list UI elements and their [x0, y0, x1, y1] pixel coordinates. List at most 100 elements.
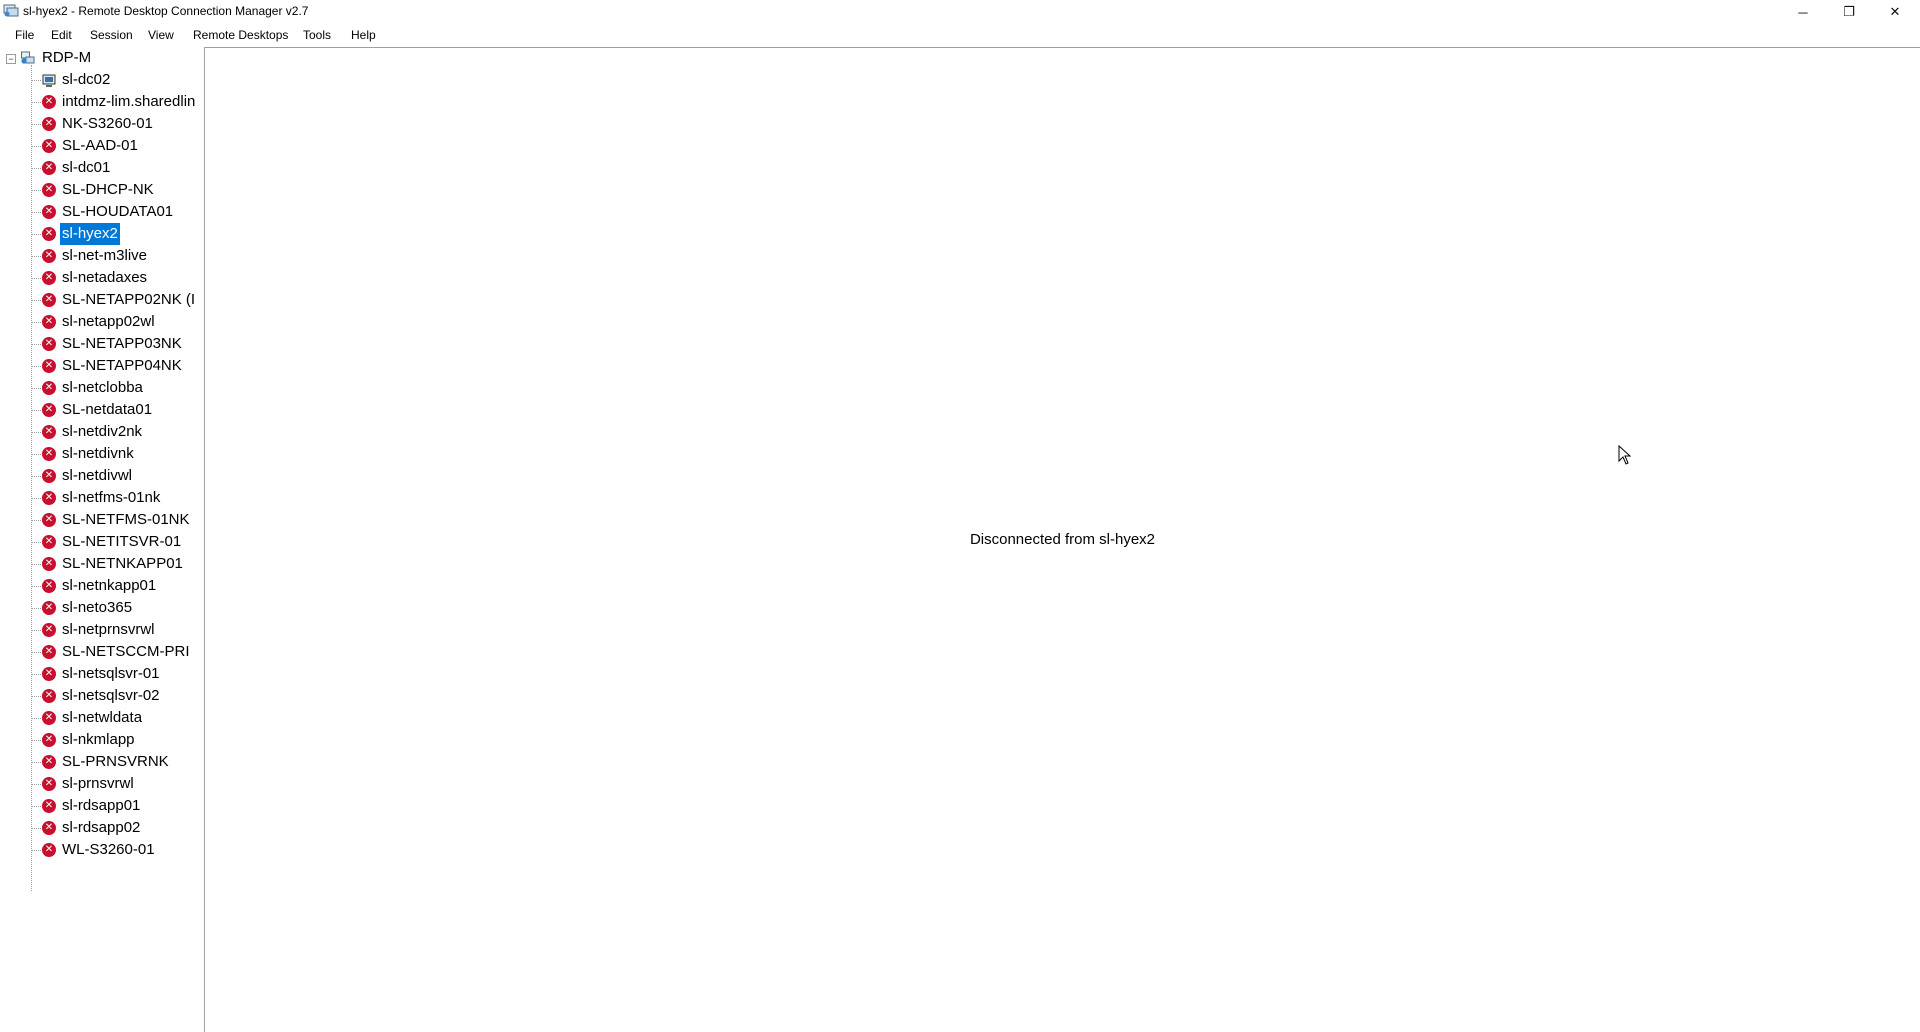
- tree-connector: [31, 608, 41, 609]
- menu-help[interactable]: Help: [347, 26, 380, 44]
- menu-file[interactable]: File: [11, 26, 38, 44]
- tree-connector: [31, 344, 41, 345]
- tree-server-row[interactable]: ✕ sl-netsqlsvr-01: [0, 663, 202, 685]
- tree-connector: [31, 410, 41, 411]
- tree-server-label[interactable]: sl-netprnsvrwl: [60, 619, 157, 641]
- tree-connector: [31, 850, 41, 851]
- tree-server-label[interactable]: sl-netadaxes: [60, 267, 149, 289]
- tree-connector: [31, 630, 41, 631]
- tree-server-row[interactable]: ✕ SL-NETSCCM-PRI: [0, 641, 202, 663]
- close-button[interactable]: ✕: [1872, 0, 1918, 24]
- tree-server-label[interactable]: sl-dc01: [60, 157, 112, 179]
- maximize-button[interactable]: ❐: [1826, 0, 1872, 24]
- tree-server-label[interactable]: WL-S3260-01: [60, 839, 157, 861]
- tree-server-label[interactable]: SL-netdata01: [60, 399, 154, 421]
- tree-server-label[interactable]: sl-netsqlsvr-01: [60, 663, 162, 685]
- tree-server-row[interactable]: ✕ sl-prnsvrwl: [0, 773, 202, 795]
- tree-server-row[interactable]: ✕ sl-dc01: [0, 157, 202, 179]
- tree-server-label[interactable]: SL-PRNSVRNK: [60, 751, 171, 773]
- tree-server-row[interactable]: ✕ sl-rdsapp02: [0, 817, 202, 839]
- tree-server-label[interactable]: sl-rdsapp02: [60, 817, 142, 839]
- tree-server-label[interactable]: SL-NETAPP02NK (I: [60, 289, 197, 311]
- tree-server-label[interactable]: SL-AAD-01: [60, 135, 140, 157]
- error-icon: ✕: [42, 843, 56, 857]
- tree-server-row[interactable]: ✕ sl-netclobba: [0, 377, 202, 399]
- error-icon: ✕: [42, 227, 56, 241]
- error-icon: ✕: [42, 777, 56, 791]
- tree-connector: [31, 498, 41, 499]
- tree-server-row[interactable]: ✕ sl-net-m3live: [0, 245, 202, 267]
- tree-server-row[interactable]: ✕ SL-netdata01: [0, 399, 202, 421]
- tree-server-row[interactable]: ✕ SL-NETITSVR-01: [0, 531, 202, 553]
- error-icon: ✕: [42, 733, 56, 747]
- tree-server-label[interactable]: sl-hyex2: [60, 223, 120, 245]
- tree-server-row[interactable]: ✕ SL-NETAPP03NK: [0, 333, 202, 355]
- tree-server-row[interactable]: ✕ sl-netprnsvrwl: [0, 619, 202, 641]
- error-icon: ✕: [42, 557, 56, 571]
- tree-server-row[interactable]: ✕ SL-AAD-01: [0, 135, 202, 157]
- tree-server-label[interactable]: sl-netclobba: [60, 377, 145, 399]
- menu-tools[interactable]: Tools: [299, 26, 335, 44]
- tree-server-label[interactable]: sl-rdsapp01: [60, 795, 142, 817]
- tree-server-label[interactable]: SL-HOUDATA01: [60, 201, 175, 223]
- menu-view[interactable]: View: [144, 26, 178, 44]
- tree-server-row[interactable]: ✕ sl-netdivnk: [0, 443, 202, 465]
- menu-remote-desktops[interactable]: Remote Desktops: [189, 26, 292, 44]
- tree-server-label[interactable]: SL-NETSCCM-PRI: [60, 641, 192, 663]
- tree-server-row[interactable]: ✕ sl-netfms-01nk: [0, 487, 202, 509]
- tree-server-row[interactable]: ✕ sl-hyex2: [0, 223, 202, 245]
- tree-server-label[interactable]: SL-NETITSVR-01: [60, 531, 183, 553]
- tree-server-row[interactable]: ✕ SL-NETFMS-01NK: [0, 509, 202, 531]
- tree-server-row[interactable]: ✕ sl-netnkapp01: [0, 575, 202, 597]
- tree-server-label[interactable]: sl-dc02: [60, 69, 112, 91]
- tree-server-label[interactable]: sl-netapp02wl: [60, 311, 157, 333]
- tree-server-row[interactable]: ✕ NK-S3260-01: [0, 113, 202, 135]
- tree-server-label[interactable]: sl-netwldata: [60, 707, 144, 729]
- tree-server-label[interactable]: SL-NETAPP03NK: [60, 333, 184, 355]
- tree-server-row[interactable]: ✕ SL-PRNSVRNK: [0, 751, 202, 773]
- tree-server-label[interactable]: sl-netfms-01nk: [60, 487, 162, 509]
- tree-server-label[interactable]: sl-netsqlsvr-02: [60, 685, 162, 707]
- menu-session[interactable]: Session: [86, 26, 137, 44]
- tree-root-label[interactable]: RDP-M: [40, 47, 93, 69]
- tree-server-row[interactable]: ✕ intdmz-lim.sharedlin: [0, 91, 202, 113]
- tree-server-label[interactable]: sl-netnkapp01: [60, 575, 158, 597]
- tree-server-row[interactable]: ✕ sl-netdiv2nk: [0, 421, 202, 443]
- remote-session-panel[interactable]: Disconnected from sl-hyex2: [204, 47, 1920, 1032]
- tree-server-label[interactable]: sl-nkmlapp: [60, 729, 137, 751]
- tree-server-label[interactable]: sl-prnsvrwl: [60, 773, 136, 795]
- tree-server-label[interactable]: SL-NETAPP04NK: [60, 355, 184, 377]
- tree-server-label[interactable]: SL-NETNKAPP01: [60, 553, 185, 575]
- tree-server-row[interactable]: ✕ sl-netsqlsvr-02: [0, 685, 202, 707]
- tree-server-row[interactable]: ✕ sl-neto365: [0, 597, 202, 619]
- tree-server-row[interactable]: ✕ sl-netadaxes: [0, 267, 202, 289]
- tree-server-label[interactable]: SL-DHCP-NK: [60, 179, 156, 201]
- tree-server-label[interactable]: sl-netdivnk: [60, 443, 136, 465]
- minimize-button[interactable]: ─: [1780, 0, 1826, 24]
- tree-server-row[interactable]: ✕ sl-netapp02wl: [0, 311, 202, 333]
- menu-edit[interactable]: Edit: [47, 26, 76, 44]
- tree-server-row[interactable]: ✕ SL-NETAPP02NK (I: [0, 289, 202, 311]
- error-icon: ✕: [42, 271, 56, 285]
- tree-server-row[interactable]: sl-dc02: [0, 69, 202, 91]
- tree-server-label[interactable]: sl-netdivwl: [60, 465, 134, 487]
- tree-server-row[interactable]: ✕ sl-rdsapp01: [0, 795, 202, 817]
- tree-server-row[interactable]: ✕ SL-NETAPP04NK: [0, 355, 202, 377]
- tree-server-label[interactable]: sl-netdiv2nk: [60, 421, 144, 443]
- error-icon: ✕: [42, 711, 56, 725]
- server-tree[interactable]: − RDP-M sl-dc02 ✕ intdmz-lim.sharedlin ✕ NK-…: [0, 47, 202, 1032]
- tree-server-row[interactable]: ✕ sl-netdivwl: [0, 465, 202, 487]
- tree-server-label[interactable]: sl-net-m3live: [60, 245, 149, 267]
- tree-server-row[interactable]: ✕ sl-nkmlapp: [0, 729, 202, 751]
- tree-server-label[interactable]: sl-neto365: [60, 597, 134, 619]
- tree-server-row[interactable]: ✕ SL-DHCP-NK: [0, 179, 202, 201]
- tree-connector: [31, 278, 41, 279]
- tree-server-row[interactable]: ✕ SL-HOUDATA01: [0, 201, 202, 223]
- collapse-icon[interactable]: −: [6, 54, 16, 64]
- tree-server-row[interactable]: ✕ sl-netwldata: [0, 707, 202, 729]
- tree-server-label[interactable]: SL-NETFMS-01NK: [60, 509, 192, 531]
- tree-server-label[interactable]: NK-S3260-01: [60, 113, 155, 135]
- tree-server-row[interactable]: ✕ SL-NETNKAPP01: [0, 553, 202, 575]
- tree-server-row[interactable]: ✕ WL-S3260-01: [0, 839, 202, 861]
- tree-server-label[interactable]: intdmz-lim.sharedlin: [60, 91, 197, 113]
